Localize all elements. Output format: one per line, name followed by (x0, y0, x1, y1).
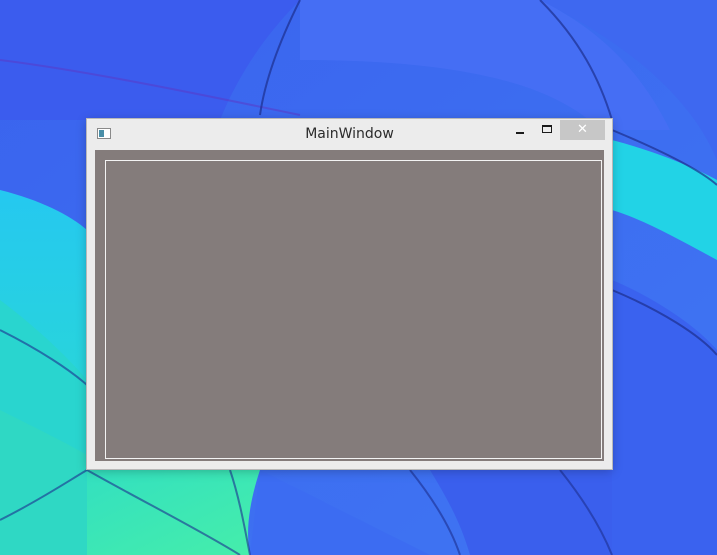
window-titlebar[interactable]: MainWindow ✕ (87, 119, 612, 149)
minimize-icon (516, 132, 524, 134)
window-client-area (95, 150, 604, 461)
maximize-icon (542, 125, 552, 133)
minimize-button[interactable] (505, 120, 534, 140)
content-border-frame (105, 160, 602, 459)
main-window: MainWindow ✕ (87, 119, 612, 469)
maximize-button[interactable] (534, 120, 561, 140)
close-button[interactable]: ✕ (560, 120, 605, 140)
close-icon: ✕ (577, 122, 588, 137)
